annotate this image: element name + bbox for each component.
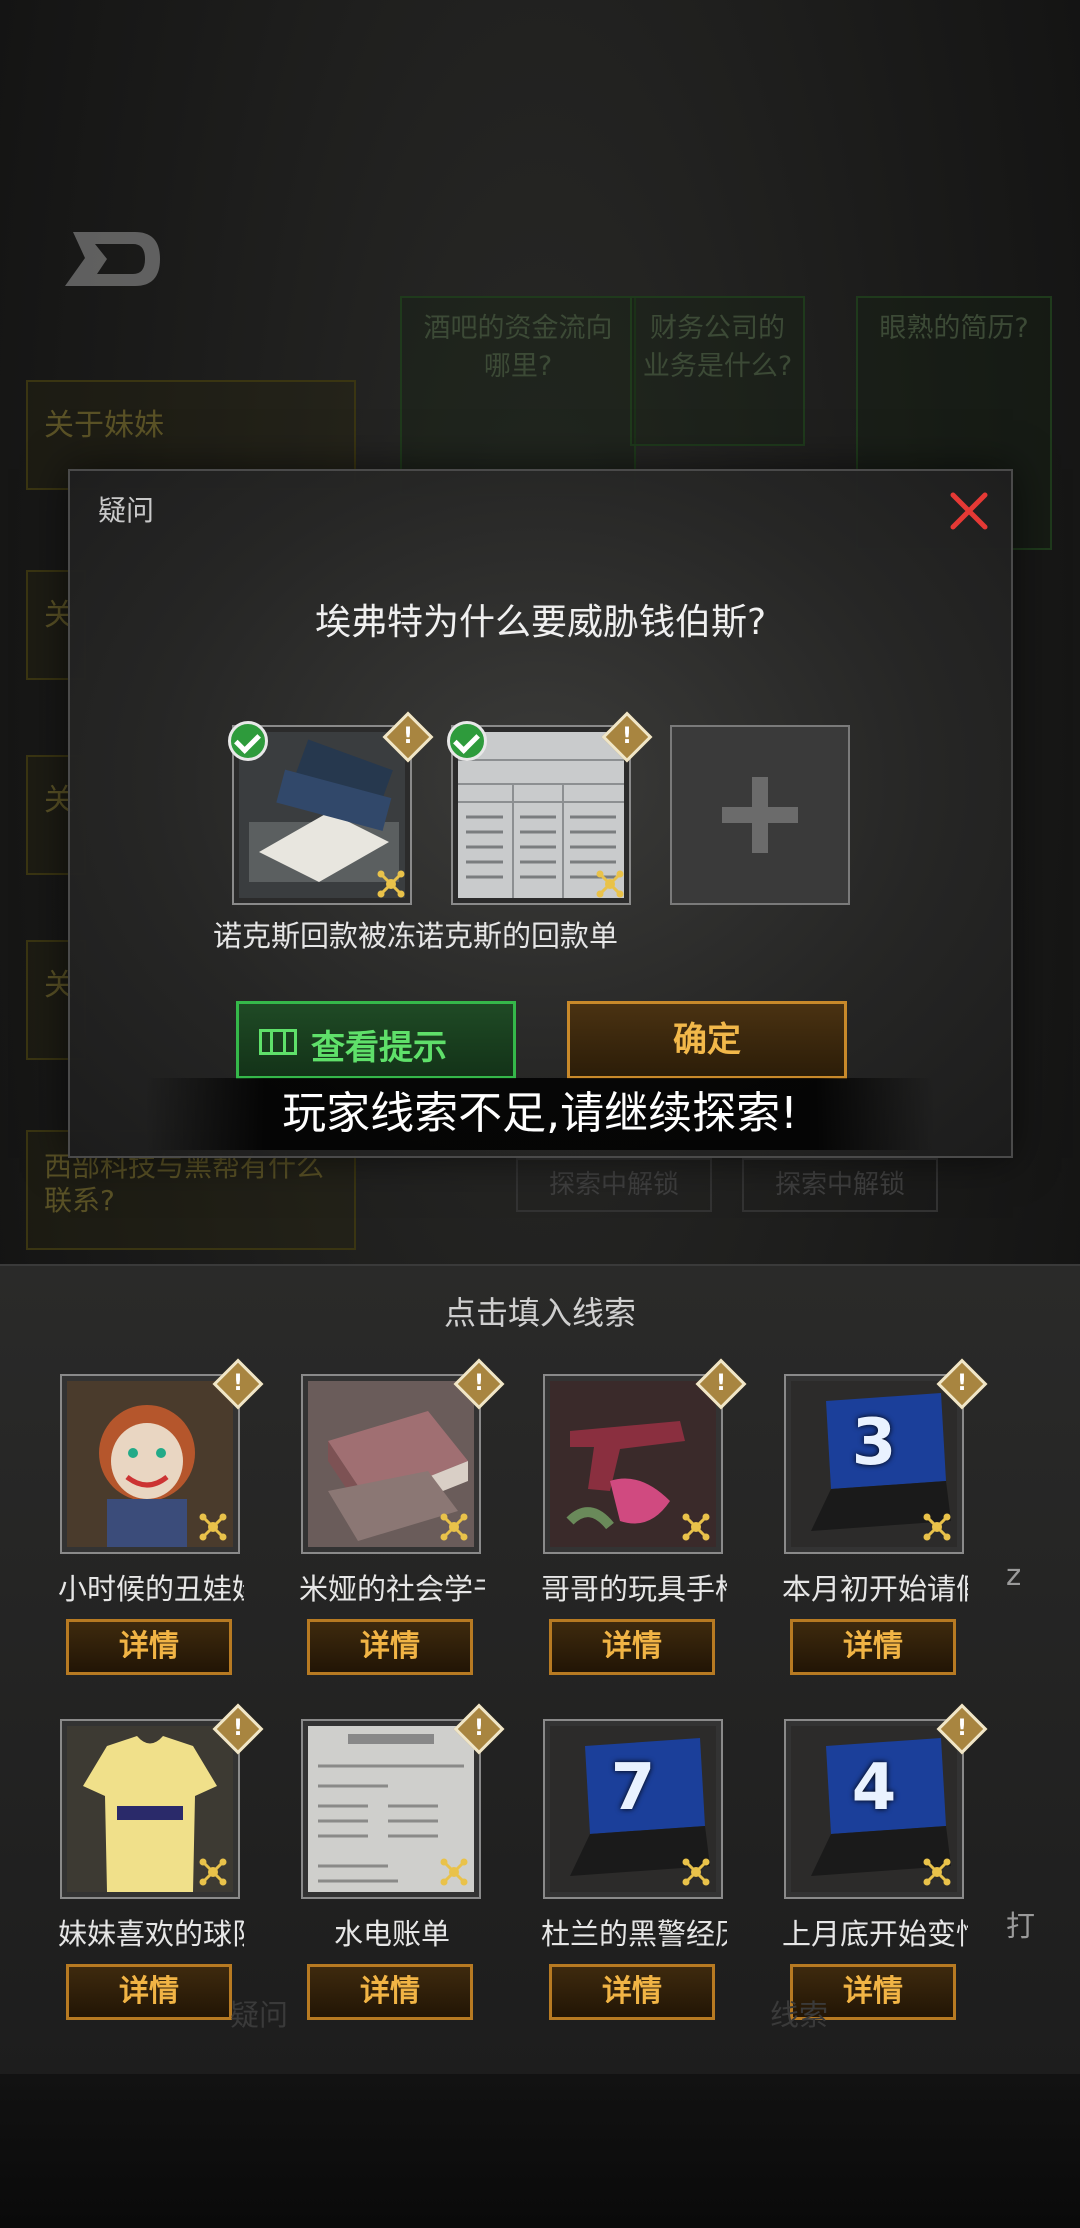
molecule-icon	[377, 870, 405, 898]
bg-tab-questions: 疑问	[230, 1998, 289, 2032]
hint-label: 查看提示	[311, 1028, 447, 1068]
bg-question-card: 财务公司的业务是什么?	[630, 296, 805, 446]
film-icon	[259, 1029, 297, 1055]
molecule-icon	[923, 1513, 951, 1541]
clue-card: ! 水电账单 详情	[301, 1703, 541, 2059]
clue-name: 本月初开始请假	[782, 1572, 968, 1606]
molecule-icon	[440, 1513, 468, 1541]
molecule-icon	[923, 1858, 951, 1886]
clue-name: 米娅的社会学书	[299, 1572, 485, 1606]
clue-count: 3	[851, 1406, 897, 1480]
back-icon[interactable]	[55, 228, 165, 290]
molecule-icon	[596, 870, 624, 898]
clue-count: 4	[851, 1751, 897, 1825]
clue-name: 妹妹喜欢的球队	[58, 1917, 244, 1951]
view-hint-button[interactable]: 查看提示	[236, 1001, 516, 1079]
detail-button[interactable]: 详情	[549, 1619, 715, 1675]
molecule-icon	[440, 1858, 468, 1886]
clue-card: 7 杜兰的黑警经历 详情	[541, 1719, 783, 2059]
confirm-button[interactable]: 确定	[567, 1001, 847, 1079]
close-icon[interactable]	[947, 489, 991, 533]
dialog-title: 疑问	[98, 494, 155, 527]
clue-card: ! 小时候的丑娃娃 详情	[58, 1358, 300, 1714]
clue-name-peek: z	[1006, 1558, 1022, 1592]
clue-card: ! 哥哥的玩具手枪 详情	[541, 1358, 783, 1714]
bg-locked-button: 探索中解锁	[516, 1158, 712, 1212]
detail-button[interactable]: 详情	[66, 1964, 232, 2020]
detail-button[interactable]: 详情	[549, 1964, 715, 2020]
plus-icon	[722, 777, 798, 853]
clue-panel: 点击填入线索 ! 小时候的丑娃娃 详情 ! 米娅的社会学书 详情 ! 哥哥的玩具…	[0, 1264, 1080, 2076]
detail-button[interactable]: 详情	[790, 1619, 956, 1675]
molecule-icon	[199, 1858, 227, 1886]
check-icon	[447, 721, 487, 761]
slot-caption: 诺克斯回款被冻	[213, 919, 417, 953]
clue-card: 3 ! 本月初开始请假 详情	[782, 1358, 1024, 1714]
toast-message: 玩家线索不足,请继续探索!	[145, 1078, 935, 1150]
clue-name: 哥哥的玩具手枪	[541, 1572, 727, 1606]
clue-name: 上月底开始变忙	[782, 1917, 968, 1951]
bg-question-card: 酒吧的资金流向哪里?	[400, 296, 636, 496]
clue-name: 杜兰的黑警经历	[541, 1917, 727, 1951]
question-text: 埃弗特为什么要威胁钱伯斯?	[314, 602, 767, 643]
check-icon	[228, 721, 268, 761]
question-dialog: 疑问 埃弗特为什么要威胁钱伯斯? ! ! 诺克斯回款被冻 诺克斯的回款单 查看提…	[68, 469, 1013, 1158]
add-clue-slot[interactable]	[670, 725, 850, 905]
molecule-icon	[682, 1513, 710, 1541]
filled-clue-slot[interactable]: !	[228, 711, 434, 905]
clue-card: ! 米娅的社会学书 详情	[299, 1358, 541, 1714]
detail-button[interactable]: 详情	[66, 1619, 232, 1675]
clue-count: 7	[610, 1751, 656, 1825]
detail-button[interactable]: 详情	[307, 1619, 473, 1675]
molecule-icon	[682, 1858, 710, 1886]
bg-tab-clues: 线索	[770, 1998, 829, 2032]
bottom-strip	[0, 2074, 1080, 2228]
clue-name: 小时候的丑娃娃	[58, 1572, 244, 1606]
panel-title: 点击填入线索	[443, 1294, 636, 1332]
slot-caption: 诺克斯的回款单	[415, 919, 619, 953]
clue-name: 水电账单	[333, 1917, 450, 1951]
clue-name-peek: 打	[1006, 1909, 1036, 1943]
bg-locked-button: 探索中解锁	[742, 1158, 938, 1212]
detail-button[interactable]: 详情	[307, 1964, 473, 2020]
filled-clue-slot[interactable]: !	[447, 711, 653, 905]
molecule-icon	[199, 1513, 227, 1541]
